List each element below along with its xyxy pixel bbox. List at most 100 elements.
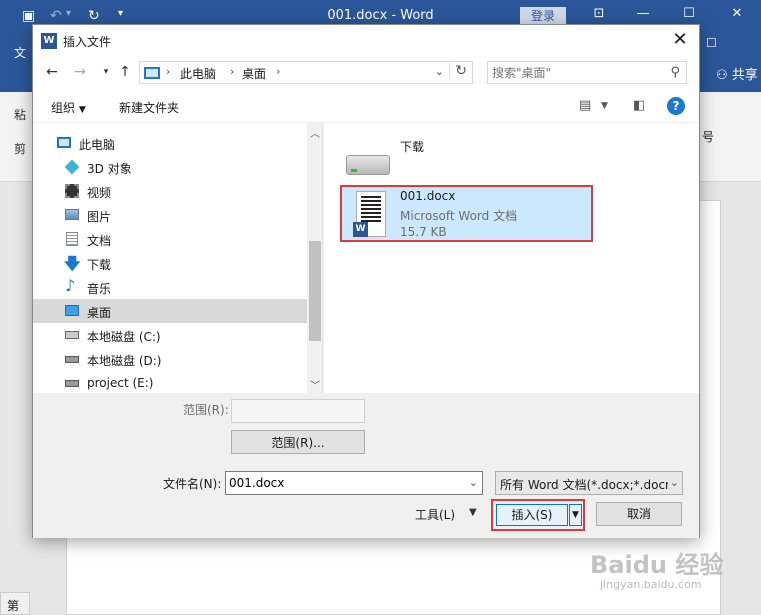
breadcrumb-this-pc[interactable]: 此电脑 (180, 65, 216, 82)
dialog-title: 插入文件 (63, 35, 112, 49)
documents-icon (66, 232, 78, 246)
word-document-icon: W (353, 191, 386, 237)
tree-label: 3D 对象 (87, 162, 132, 176)
file-name: 001.docx (400, 189, 456, 203)
new-folder-button[interactable]: 新建文件夹 (119, 99, 179, 116)
pictures-icon (65, 209, 79, 220)
search-box[interactable]: ⚲ (487, 61, 687, 84)
chevron-down-icon[interactable]: ⌄ (469, 476, 478, 489)
tree-item-drive-c[interactable]: 本地磁盘 (C:) (33, 323, 307, 347)
preview-pane-icon[interactable]: ◧ (633, 98, 645, 113)
filename-field[interactable]: ⌄ (225, 471, 483, 495)
file-size: 15.7 KB (400, 225, 447, 239)
range-button[interactable]: 范围(R)... (231, 430, 365, 454)
drive-icon (346, 155, 390, 175)
chevron-down-icon: ⌄ (669, 476, 679, 489)
ribbon-display-icon[interactable]: ⊡ (588, 6, 610, 21)
filename-label: 文件名(N): (163, 477, 222, 491)
video-icon (65, 184, 79, 198)
tree-label: 文档 (87, 234, 112, 248)
organize-label: 组织 (51, 101, 76, 115)
file-type: Microsoft Word 文档 (400, 209, 518, 223)
watermark-url: jingyan.baidu.com (600, 578, 702, 591)
forward-icon[interactable]: → (71, 64, 89, 80)
tree-item-video[interactable]: 视频 (33, 179, 307, 203)
file-item-selected[interactable]: W 001.docx Microsoft Word 文档 15.7 KB (340, 185, 593, 242)
tree-item-drive-d[interactable]: 本地磁盘 (D:) (33, 347, 307, 371)
3d-objects-icon (64, 159, 80, 175)
paste-label[interactable]: 粘 (14, 106, 26, 123)
chevron-right-icon[interactable]: › (276, 65, 280, 78)
insert-button[interactable]: 插入(S) (496, 504, 568, 526)
address-bar[interactable]: › 此电脑 › 桌面 › ⌄ ↻ (139, 61, 473, 84)
tree-item-pictures[interactable]: 图片 (33, 203, 307, 227)
maximize-icon[interactable]: ☐ (678, 6, 700, 21)
drive-icon (65, 356, 79, 363)
search-input[interactable] (492, 63, 662, 83)
view-dropdown-icon[interactable]: ▼ (601, 101, 608, 111)
tree-item-downloads[interactable]: 🡇 下载 (33, 251, 307, 275)
organize-button[interactable]: 组织 ▼ (51, 99, 86, 116)
address-dropdown-icon[interactable]: ⌄ (435, 65, 444, 78)
chevron-right-icon[interactable]: › (230, 65, 234, 78)
music-icon: ♪ (65, 276, 76, 295)
tree-item-drive-e[interactable]: project (E:) (33, 371, 307, 393)
share-button[interactable]: ⚇ 共享 (716, 64, 758, 83)
tree-label: 本地磁盘 (D:) (87, 354, 162, 368)
tools-button[interactable]: 工具(L) (415, 506, 455, 523)
tree-label: 桌面 (87, 306, 112, 320)
download-icon: 🡇 (64, 254, 81, 273)
ribbon-right-label: 号 (702, 130, 715, 144)
cancel-button[interactable]: 取消 (596, 502, 682, 526)
word-icon: W (41, 33, 57, 49)
tree-item-this-pc[interactable]: 此电脑 (33, 131, 307, 155)
back-icon[interactable]: ← (43, 64, 61, 80)
tree-label: 图片 (87, 210, 112, 224)
breadcrumb-desktop[interactable]: 桌面 (242, 65, 266, 82)
navigation-scrollbar[interactable]: ︿ ﹀ (307, 123, 322, 393)
insert-dropdown-icon[interactable]: ▼ (569, 504, 582, 526)
file-type-value: 所有 Word 文档(*.docx;*.docm (500, 478, 668, 492)
close-window-icon[interactable]: ✕ (726, 6, 748, 21)
tree-item-3d-objects[interactable]: 3D 对象 (33, 155, 307, 179)
filename-input[interactable] (229, 473, 459, 493)
person-icon: ⚇ (716, 68, 728, 83)
dialog-close-icon[interactable]: ✕ (669, 29, 691, 50)
login-button[interactable]: 登录 (520, 7, 566, 25)
scroll-up-icon[interactable]: ︿ (310, 125, 320, 140)
desktop-icon (65, 305, 79, 316)
help-icon[interactable]: ? (667, 97, 685, 115)
scroll-down-icon[interactable]: ﹀ (310, 377, 320, 392)
pc-icon (144, 67, 160, 79)
file-type-select[interactable]: 所有 Word 文档(*.docx;*.docm ⌄ (495, 471, 683, 495)
insert-file-dialog: W 插入文件 ✕ ← → ▾ ↑ › 此电脑 › 桌面 › ⌄ ↻ ⚲ 组织 ▼… (32, 24, 700, 538)
system-drive-icon (65, 331, 79, 339)
recent-dropdown-icon[interactable]: ▾ (97, 67, 115, 77)
file-tab[interactable]: 文 (14, 44, 26, 61)
search-icon: ⚲ (670, 65, 680, 80)
navigation-bar: ← → ▾ ↑ › 此电脑 › 桌面 › ⌄ ↻ ⚲ (33, 55, 699, 91)
tree-label: 本地磁盘 (C:) (87, 330, 161, 344)
restore-icon[interactable]: ☐ (706, 36, 717, 50)
scroll-thumb[interactable] (309, 241, 321, 341)
dialog-toolbar: 组织 ▼ 新建文件夹 ▤ ▼ ◧ ? (33, 91, 699, 123)
tree-label: 视频 (87, 186, 112, 200)
view-options-icon[interactable]: ▤ (579, 98, 591, 113)
pc-icon (57, 137, 71, 148)
up-icon[interactable]: ↑ (116, 64, 134, 80)
dialog-titlebar: W 插入文件 ✕ (33, 25, 699, 55)
dialog-footer: 范围(R): 范围(R)... 文件名(N): ⌄ 所有 Word 文档(*.d… (33, 393, 699, 538)
chevron-right-icon[interactable]: › (166, 65, 170, 78)
range-label: 范围(R): (183, 403, 229, 417)
share-label: 共享 (731, 68, 758, 83)
range-input (231, 399, 365, 423)
tools-dropdown-icon[interactable]: ▼ (469, 507, 477, 518)
watermark: Baidu 经验 (590, 551, 724, 579)
chevron-down-icon: ▼ (78, 105, 86, 115)
tree-item-desktop[interactable]: 桌面 (33, 299, 307, 323)
refresh-icon[interactable]: ↻ (449, 63, 467, 79)
tree-item-music[interactable]: ♪ 音乐 (33, 275, 307, 299)
file-list: 下载 W 001.docx Microsoft Word 文档 15.7 KB (324, 123, 699, 393)
minimize-icon[interactable]: — (632, 6, 654, 21)
tree-item-documents[interactable]: 文档 (33, 227, 307, 251)
